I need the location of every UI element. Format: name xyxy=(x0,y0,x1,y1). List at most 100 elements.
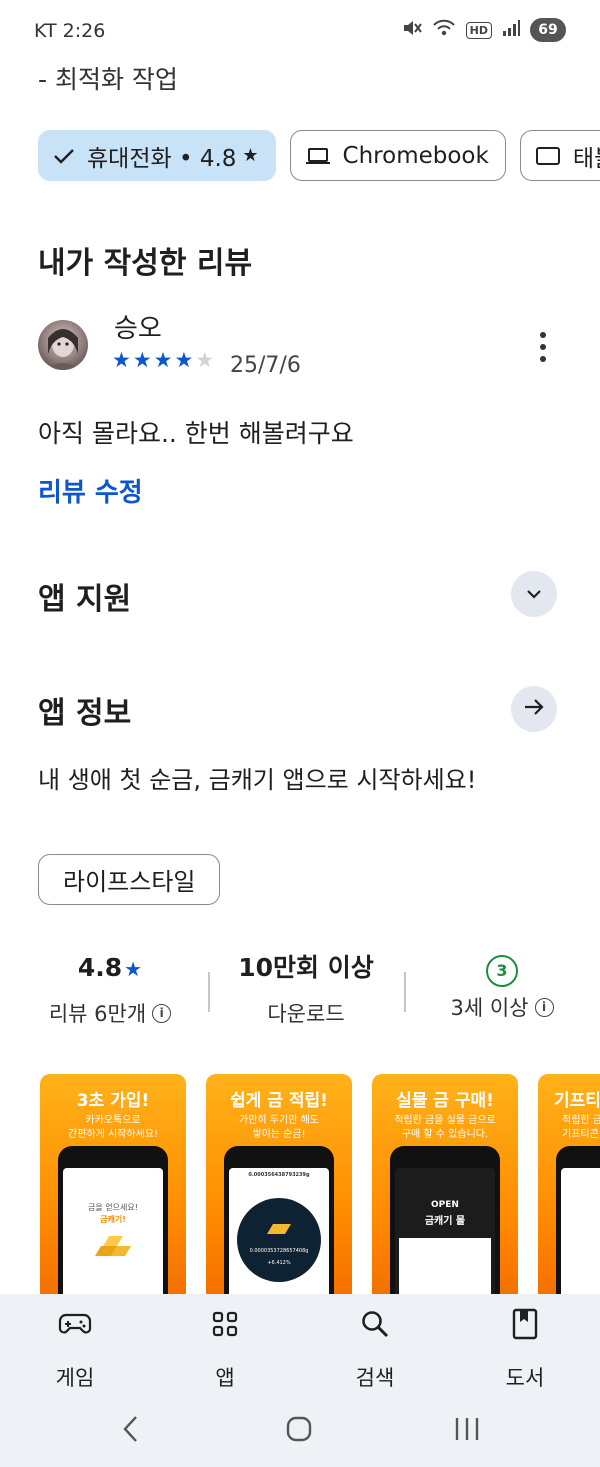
app-support-heading: 앱 지원 xyxy=(38,582,132,617)
rating-stat[interactable]: 4.8 ★ 리뷰 6만개 i xyxy=(20,950,200,1028)
screenshot-1[interactable]: 3초 가입! 카카오톡으로 간편하게 시작하세요! 금을 얻으세요! 금캐기! xyxy=(40,1074,186,1294)
chevron-down-icon xyxy=(525,585,543,604)
category-chip[interactable]: 라이프스타일 xyxy=(38,854,221,905)
nav-label: 검색 xyxy=(355,1366,395,1390)
screenshot-title: 기프티 xyxy=(554,1091,600,1111)
nav-search[interactable]: 검색 xyxy=(325,1306,425,1392)
screenshot-title: 3초 가입! xyxy=(76,1091,150,1111)
nav-label: 게임 xyxy=(55,1366,95,1390)
nav-books[interactable]: 도서 xyxy=(475,1306,575,1392)
screenshot-subtitle: 카카오톡으로 간편하게 시작하세요! xyxy=(68,1115,158,1140)
star-empty-icon: ★ xyxy=(195,348,215,372)
screen-text: 금캐기! xyxy=(100,1215,126,1224)
review-text: 아직 몰라요.. 한번 해볼려구요 xyxy=(38,419,354,448)
star-filled-icon: ★ xyxy=(132,348,152,372)
whats-new-fragment: - 최적화 작업 xyxy=(38,65,178,94)
gamepad-icon xyxy=(25,1306,125,1342)
star-filled-icon: ★ xyxy=(153,348,173,372)
star-icon: ★ xyxy=(124,957,143,981)
phone-frame: 0.000356438793239g 0.0000353728657408g +… xyxy=(224,1146,334,1294)
age-stat[interactable]: 3 3세 이상 i xyxy=(412,950,592,1022)
signal-icon xyxy=(502,20,520,40)
mute-icon xyxy=(402,19,422,41)
device-filter-chips: 휴대전화 • 4.8 ★ Chromebook 태블릿 xyxy=(38,130,600,181)
app-description: 내 생애 첫 순금, 금캐기 앱으로 시작하세요! xyxy=(38,766,477,794)
divider xyxy=(404,972,406,1012)
battery-icon: 69 xyxy=(530,18,566,42)
recent-apps-icon[interactable] xyxy=(453,1414,481,1448)
app-info-heading: 앱 정보 xyxy=(38,696,132,731)
tablet-icon xyxy=(535,146,561,166)
age-label: 3세 이상 xyxy=(450,996,529,1020)
carrier-time: KT 2:26 xyxy=(34,20,106,42)
chip-tablet[interactable]: 태블릿 xyxy=(519,130,600,181)
app-stats: 4.8 ★ 리뷰 6만개 i 10만회 이상 다운로드 3 3세 이상 i xyxy=(0,950,600,1040)
downloads-stat: 10만회 이상 다운로드 xyxy=(216,950,396,1028)
screen-text: +6.412% xyxy=(267,1260,291,1266)
app-info-button[interactable] xyxy=(511,686,557,732)
screenshot-carousel[interactable]: 3초 가입! 카카오톡으로 간편하게 시작하세요! 금을 얻으세요! 금캐기! … xyxy=(40,1074,600,1294)
screen-text: OPEN xyxy=(431,1200,459,1210)
nav-apps[interactable]: 앱 xyxy=(175,1306,275,1392)
screenshot-3[interactable]: 실물 금 구매! 적립한 금을 실물 금으로 구매 할 수 있습니다. OPEN… xyxy=(372,1074,518,1294)
book-icon xyxy=(475,1306,575,1342)
screenshot-2[interactable]: 쉽게 금 적립! 가만히 두기만 해도 쌓이는 순금! 0.0003564387… xyxy=(206,1074,352,1294)
expand-button[interactable] xyxy=(511,571,557,617)
back-icon[interactable] xyxy=(120,1414,142,1448)
rating-label: 리뷰 6만개 xyxy=(48,1002,147,1026)
laptop-icon xyxy=(305,147,331,165)
screen-text: 금캐기 몰 xyxy=(424,1216,466,1227)
info-icon: i xyxy=(152,1003,172,1023)
phone-frame xyxy=(556,1146,600,1294)
star-filled-icon: ★ xyxy=(174,348,194,372)
system-navigation-bar xyxy=(0,1406,600,1456)
arrow-right-icon xyxy=(523,697,545,721)
apps-grid-icon xyxy=(175,1306,275,1342)
downloads-label: 다운로드 xyxy=(267,1002,345,1026)
nav-games[interactable]: 게임 xyxy=(25,1306,125,1392)
downloads-value: 10만회 이상 xyxy=(238,953,374,982)
star-icon: ★ xyxy=(242,145,259,166)
hd-icon: HD xyxy=(465,21,492,39)
more-options-icon[interactable] xyxy=(528,330,558,364)
screenshot-subtitle: 가만히 두기만 해도 쌓이는 순금! xyxy=(239,1115,319,1140)
screenshot-title: 쉽게 금 적립! xyxy=(230,1091,328,1111)
search-icon xyxy=(325,1306,425,1342)
screenshot-subtitle: 적립한 금 기프티콘 xyxy=(562,1115,600,1140)
screen-text: 0.0000353728657408g xyxy=(249,1248,309,1254)
bottom-navigation: 게임 앱 검색 도서 xyxy=(0,1294,600,1467)
status-icons: HD 69 xyxy=(402,18,566,42)
chip-phone-label: 휴대전화 • 4.8 xyxy=(87,145,237,172)
review-rating: ★ ★ ★ ★ ★ xyxy=(112,348,214,372)
star-filled-icon: ★ xyxy=(112,348,131,372)
nav-label: 앱 xyxy=(215,1366,235,1390)
product-list xyxy=(399,1238,491,1294)
nav-label: 도서 xyxy=(505,1366,545,1390)
check-icon xyxy=(53,147,75,165)
wifi-icon xyxy=(432,19,456,41)
divider xyxy=(208,972,210,1012)
screen-text: 0.000356438793239g xyxy=(248,1172,310,1178)
edit-review-link[interactable]: 리뷰 수정 xyxy=(38,472,143,509)
chip-chromebook[interactable]: Chromebook xyxy=(289,130,506,181)
phone-frame: 금을 얻으세요! 금캐기! xyxy=(58,1146,168,1294)
screen-text: 금을 얻으세요! xyxy=(88,1203,138,1212)
rating-value: 4.8 xyxy=(77,953,123,982)
gold-circle xyxy=(237,1198,321,1282)
screenshot-4[interactable]: 기프티 적립한 금 기프티콘 xyxy=(538,1074,600,1294)
avatar xyxy=(38,320,88,370)
chip-chromebook-label: Chromebook xyxy=(342,142,489,169)
review-date: 25/7/6 xyxy=(230,353,301,378)
gold-bars-icon xyxy=(95,1236,131,1256)
my-review-heading: 내가 작성한 리뷰 xyxy=(38,246,253,281)
screenshot-subtitle: 적립한 금을 실물 금으로 구매 할 수 있습니다. xyxy=(394,1115,496,1140)
info-icon: i xyxy=(534,997,554,1017)
age-rating-badge: 3 xyxy=(486,955,518,987)
home-icon[interactable] xyxy=(285,1414,313,1448)
chip-tablet-label: 태블릿 xyxy=(572,145,600,172)
reviewer-name: 승오 xyxy=(114,314,162,344)
status-bar: KT 2:26 HD 69 xyxy=(0,0,600,60)
screenshot-title: 실물 금 구매! xyxy=(396,1091,494,1111)
phone-frame: OPEN 금캐기 몰 xyxy=(390,1146,500,1294)
chip-phone[interactable]: 휴대전화 • 4.8 ★ xyxy=(38,130,276,181)
